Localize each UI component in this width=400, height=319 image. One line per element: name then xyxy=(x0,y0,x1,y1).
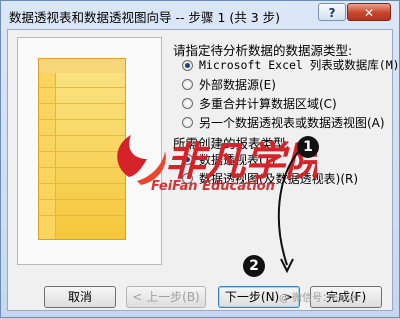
dialog-title: 数据透视表和数据透视图向导 -- 步骤 1 (共 3 步) xyxy=(9,10,281,25)
radio-selected-icon[interactable] xyxy=(182,59,193,71)
option-label: 另一个数据透视表或数据透视图(A) xyxy=(199,115,385,130)
corner-watermark-text: @ 微信号：Excel xyxy=(279,293,359,304)
radio-icon[interactable] xyxy=(182,97,193,109)
close-button[interactable]: ✕ xyxy=(347,3,391,21)
watermark-subtitle: FeiFan Education xyxy=(151,179,275,194)
option-consolidation-ranges[interactable]: 多重合并计算数据区域(C) xyxy=(182,94,337,112)
option-excel-list[interactable]: Microsoft Excel 列表或数据库(M) xyxy=(182,56,400,74)
cancel-button[interactable]: 取消 xyxy=(44,286,116,308)
title-bar: 数据透视表和数据透视图向导 -- 步骤 1 (共 3 步) ? ✕ xyxy=(1,1,399,29)
annotation-step-1: 1 xyxy=(297,136,319,158)
annotation-step-2: 2 xyxy=(243,255,265,277)
option-external-source[interactable]: 外部数据源(E) xyxy=(182,75,276,93)
help-button[interactable]: ? xyxy=(318,3,346,21)
back-button[interactable]: < 上一步(B) xyxy=(126,286,206,308)
radio-icon[interactable] xyxy=(182,78,193,90)
option-label: 多重合并计算数据区域(C) xyxy=(199,96,337,111)
radio-icon[interactable] xyxy=(182,116,193,128)
logo-text: 非凡学院 xyxy=(165,140,317,184)
option-label: 外部数据源(E) xyxy=(199,77,276,92)
option-label: Microsoft Excel 列表或数据库(M) xyxy=(199,58,400,72)
pivot-table-wizard-dialog: 数据透视表和数据透视图向导 -- 步骤 1 (共 3 步) ? ✕ 请指定待分析… xyxy=(0,0,400,318)
